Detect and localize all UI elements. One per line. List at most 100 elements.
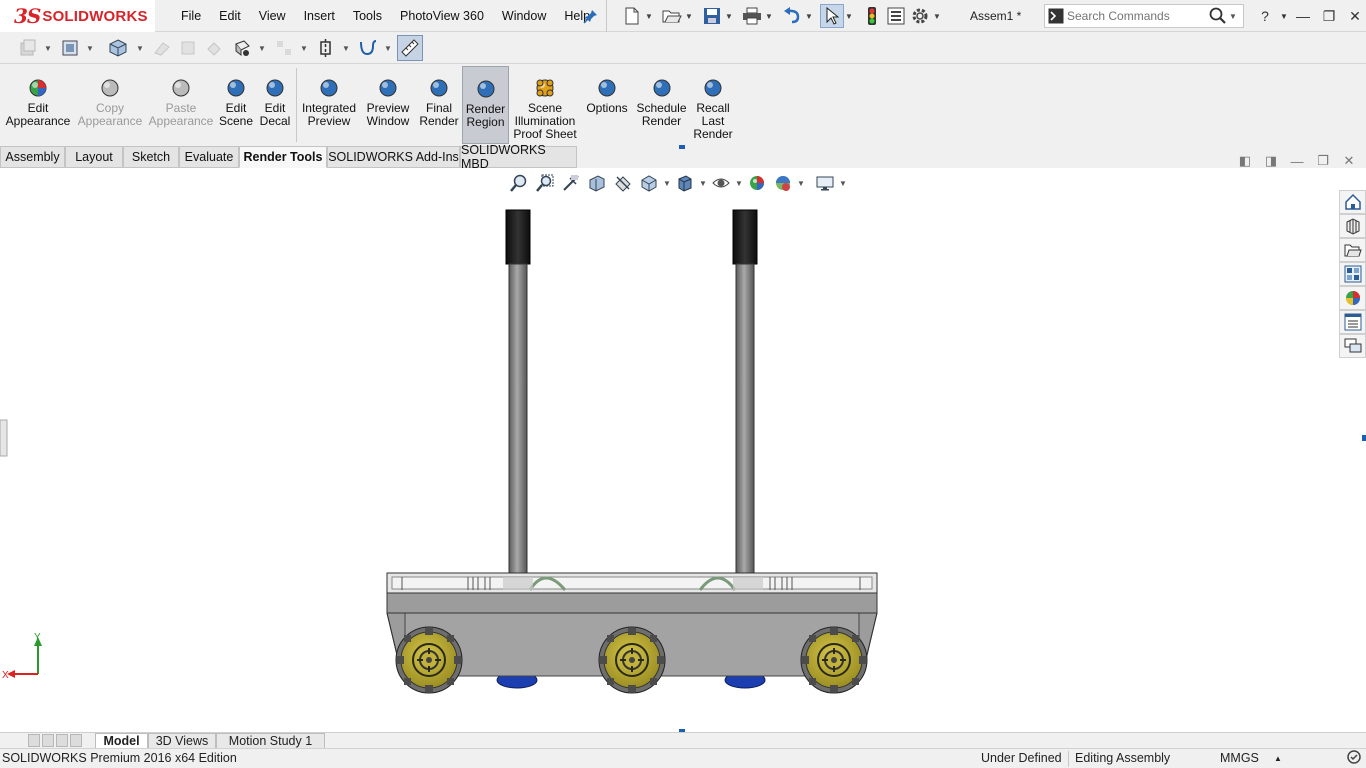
tab-evaluate[interactable]: Evaluate — [179, 146, 239, 168]
minimize-icon[interactable]: — — [1290, 4, 1316, 28]
menu-window[interactable]: Window — [493, 9, 555, 23]
open-folder-icon[interactable] — [660, 4, 684, 28]
new-document-icon[interactable] — [620, 4, 644, 28]
curves-dropdown-icon[interactable]: ▼ — [384, 44, 392, 53]
mate-cube-icon[interactable] — [106, 36, 130, 60]
bottom-tab-model[interactable]: Model — [95, 733, 148, 749]
tab-sketch[interactable]: Sketch — [123, 146, 179, 168]
rebuild-traffic-light-icon[interactable] — [860, 4, 884, 28]
viewport-restore-icon[interactable]: ❐ — [1310, 152, 1336, 170]
ribbon-button-final-render[interactable]: Final Render — [418, 66, 460, 144]
undo-dropdown-icon[interactable]: ▼ — [804, 4, 814, 28]
smart-fasteners-icon[interactable] — [176, 36, 200, 60]
view-settings-icon[interactable] — [812, 172, 838, 194]
next-tab-nav-icon[interactable] — [56, 734, 68, 747]
custom-properties-icon[interactable] — [1339, 310, 1366, 334]
hide-show-dropdown-icon[interactable]: ▼ — [734, 179, 744, 188]
linear-pattern-icon[interactable] — [150, 36, 174, 60]
design-library-icon[interactable] — [1339, 214, 1366, 238]
ribbon-button-schedule-render[interactable]: Schedule Render — [634, 66, 689, 144]
previous-view-icon[interactable] — [558, 172, 584, 194]
menu-insert[interactable]: Insert — [295, 9, 344, 23]
mate-dropdown-icon[interactable]: ▼ — [136, 44, 144, 53]
solidworks-logo[interactable]: 3S SOLIDWORKS — [0, 0, 155, 32]
view-palette-icon[interactable] — [1339, 262, 1366, 286]
options-dropdown-icon[interactable]: ▼ — [932, 4, 942, 28]
viewport-close-icon[interactable]: ✕ — [1336, 152, 1362, 170]
prev-tab-nav-icon[interactable] — [42, 734, 54, 747]
tab-solidworks-mbd[interactable]: SOLIDWORKS MBD — [460, 143, 577, 171]
display-style-icon[interactable] — [672, 172, 698, 194]
move-component-icon[interactable] — [202, 36, 226, 60]
show-hidden-icon[interactable] — [230, 36, 254, 60]
dynamic-annotation-icon[interactable] — [610, 172, 636, 194]
ribbon-button-render-region[interactable]: Render Region — [462, 66, 509, 144]
search-input[interactable] — [1067, 9, 1207, 23]
help-icon[interactable]: ? — [1252, 4, 1278, 28]
menu-file[interactable]: File — [172, 9, 210, 23]
assembly-component-icon[interactable] — [16, 36, 40, 60]
file-properties-icon[interactable] — [884, 4, 908, 28]
ribbon-button-preview-window[interactable]: Preview Window — [362, 66, 414, 144]
bottom-tab-motion-study-1[interactable]: Motion Study 1 — [216, 733, 325, 749]
apply-scene-dropdown-icon[interactable]: ▼ — [796, 179, 806, 188]
units-dropdown-icon[interactable]: ▲ — [1274, 754, 1282, 763]
show-hidden-dropdown-icon[interactable]: ▼ — [258, 44, 266, 53]
search-dropdown-icon[interactable]: ▼ — [1229, 12, 1237, 21]
ribbon-button-options[interactable]: Options — [582, 66, 632, 144]
options-gear-icon[interactable] — [908, 4, 932, 28]
print-icon[interactable] — [740, 4, 764, 28]
feature-manager-toggle[interactable] — [0, 419, 8, 457]
collapse-left-icon[interactable]: ◧ — [1232, 152, 1258, 170]
select-dropdown-icon[interactable]: ▼ — [844, 4, 854, 28]
appearances-scenes-icon[interactable] — [1339, 286, 1366, 310]
pin-menu-icon[interactable] — [583, 8, 599, 24]
solidworks-forum-icon[interactable] — [1339, 334, 1366, 358]
curves-icon[interactable] — [356, 36, 380, 60]
save-icon[interactable] — [700, 4, 724, 28]
bottom-tab-3d-views[interactable]: 3D Views — [148, 733, 216, 749]
save-dropdown-icon[interactable]: ▼ — [724, 4, 734, 28]
ribbon-button-illumination[interactable]: Scene Illumination Proof Sheet — [512, 66, 578, 144]
assembly-features-icon[interactable] — [272, 36, 296, 60]
insert-components-icon[interactable] — [58, 36, 82, 60]
ribbon-button-scene[interactable]: Edit Scene — [218, 66, 254, 144]
display-style-dropdown-icon[interactable]: ▼ — [698, 179, 708, 188]
instant3d-icon[interactable] — [397, 35, 423, 61]
print-dropdown-icon[interactable]: ▼ — [764, 4, 774, 28]
collapse-right-icon[interactable]: ◨ — [1258, 152, 1284, 170]
close-icon[interactable]: ✕ — [1342, 4, 1366, 28]
edit-appearance-icon[interactable] — [744, 172, 770, 194]
ribbon-button-recall-render[interactable]: Recall Last Render — [692, 66, 734, 144]
insert-dropdown-icon[interactable]: ▼ — [86, 44, 94, 53]
tab-solidworks-add-ins[interactable]: SOLIDWORKS Add-Ins — [327, 146, 460, 168]
view-orientation-dropdown-icon[interactable]: ▼ — [662, 179, 672, 188]
last-tab-nav-icon[interactable] — [70, 734, 82, 747]
component-dropdown-icon[interactable]: ▼ — [44, 44, 52, 53]
status-units[interactable]: MMGS — [1220, 751, 1259, 765]
ribbon-button-appearance[interactable]: Edit Appearance — [4, 66, 72, 144]
open-dropdown-icon[interactable]: ▼ — [684, 4, 694, 28]
menu-photoview[interactable]: PhotoView 360 — [391, 9, 493, 23]
ribbon-button-integrated-preview[interactable]: Integrated Preview — [299, 66, 359, 144]
zoom-to-area-icon[interactable] — [532, 172, 558, 194]
view-orientation-icon[interactable] — [636, 172, 662, 194]
solidworks-resources-icon[interactable] — [1339, 190, 1366, 214]
menu-tools[interactable]: Tools — [344, 9, 391, 23]
tab-render-tools[interactable]: Render Tools — [239, 146, 327, 168]
file-explorer-icon[interactable] — [1339, 238, 1366, 262]
right-edge-handle[interactable] — [1362, 435, 1366, 441]
apply-scene-icon[interactable] — [770, 172, 796, 194]
tab-assembly[interactable]: Assembly — [0, 146, 65, 168]
select-cursor-icon[interactable] — [820, 4, 844, 28]
search-box[interactable]: ▼ — [1044, 4, 1244, 28]
graphics-area[interactable] — [0, 146, 1366, 732]
status-tooltip-icon[interactable] — [1346, 749, 1362, 768]
view-settings-dropdown-icon[interactable]: ▼ — [838, 179, 848, 188]
menu-edit[interactable]: Edit — [210, 9, 250, 23]
help-dropdown-icon[interactable]: ▼ — [1278, 4, 1290, 28]
ribbon-button-copy-appearance[interactable]: Copy Appearance — [76, 66, 144, 144]
section-view-icon[interactable] — [584, 172, 610, 194]
ribbon-button-paste-appearance[interactable]: Paste Appearance — [147, 66, 215, 144]
search-icon[interactable] — [1207, 5, 1229, 27]
